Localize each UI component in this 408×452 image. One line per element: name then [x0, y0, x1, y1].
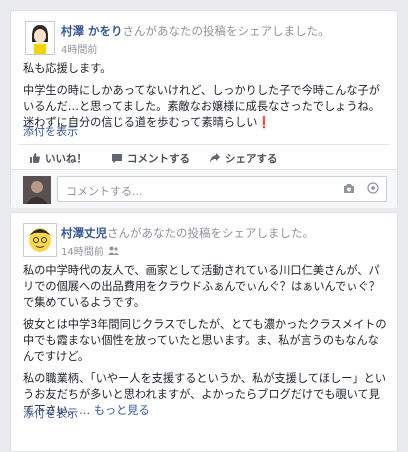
- share-button[interactable]: シェアする: [209, 151, 278, 166]
- post-header: 村澤丈児さんがあなたの投稿をシェアしました。: [61, 225, 389, 241]
- share-headline: さんがあなたの投稿をシェアしました。: [122, 24, 330, 38]
- speech-bubble-icon: [112, 154, 122, 163]
- author-avatar[interactable]: [23, 223, 57, 257]
- thumbs-up-icon: [30, 153, 40, 163]
- comment-button[interactable]: コメントする: [111, 151, 190, 166]
- comment-label: コメントする: [127, 153, 190, 165]
- share-headline: さんがあなたの投稿をシェアしました。: [107, 226, 314, 240]
- post-actions-bar: いいね！ コメントする シェアする: [19, 144, 389, 169]
- post-timestamp[interactable]: 14時間前: [61, 243, 119, 258]
- see-attachment-link[interactable]: 添付を表示: [23, 405, 78, 421]
- like-button[interactable]: いいね！: [29, 151, 87, 166]
- comment-composer: コメントする...: [11, 169, 397, 208]
- viewer-avatar: [23, 176, 51, 204]
- friends-audience-icon: [107, 246, 119, 258]
- author-name-link[interactable]: 村澤丈児: [61, 226, 107, 240]
- timestamp-text: 4時間前: [61, 45, 98, 56]
- author-avatar[interactable]: [25, 21, 55, 55]
- like-label: いいね！: [45, 153, 87, 165]
- cartoon-avatar-icon: [26, 22, 54, 54]
- timestamp-text: 14時間前: [61, 247, 104, 258]
- shared-post-card: 村澤 かをりさんがあなたの投稿をシェアしました。 4時間前 私も応援します。 中…: [10, 10, 398, 208]
- share-arrow-icon: [210, 153, 220, 163]
- post-paragraph: 私の中学時代の友人で、画家として活動されている川口仁美さんが、パリでの個展への出…: [23, 264, 380, 309]
- post-timestamp[interactable]: 4時間前: [61, 41, 97, 56]
- share-label: シェアする: [225, 153, 278, 165]
- camera-icon[interactable]: [343, 183, 359, 197]
- see-more-link[interactable]: … もっと見る: [79, 404, 150, 417]
- post-header: 村澤 かをりさんがあなたの投稿をシェアしました。: [61, 23, 389, 39]
- post-paragraph: 彼女とは中学3年間同じクラスでしたが、とても濃かったクラスメイトの中でも霞まない…: [23, 318, 387, 363]
- author-name-link[interactable]: 村澤 かをり: [61, 24, 123, 38]
- see-attachment-link[interactable]: 添付を表示: [23, 123, 78, 139]
- post-body: 私の中学時代の友人で、画家として活動されている川口仁美さんが、パリでの個展への出…: [23, 263, 387, 419]
- sticker-icon[interactable]: [367, 182, 379, 197]
- post-paragraph: 私も応援します。: [23, 62, 112, 75]
- profile-photo-icon: [23, 176, 51, 204]
- cartoon-avatar-icon: [24, 224, 56, 256]
- comment-tools: [335, 182, 379, 197]
- shared-post-card: 村澤丈児さんがあなたの投稿をシェアしました。 14時間前 私の中学時代の友人で、…: [10, 212, 398, 452]
